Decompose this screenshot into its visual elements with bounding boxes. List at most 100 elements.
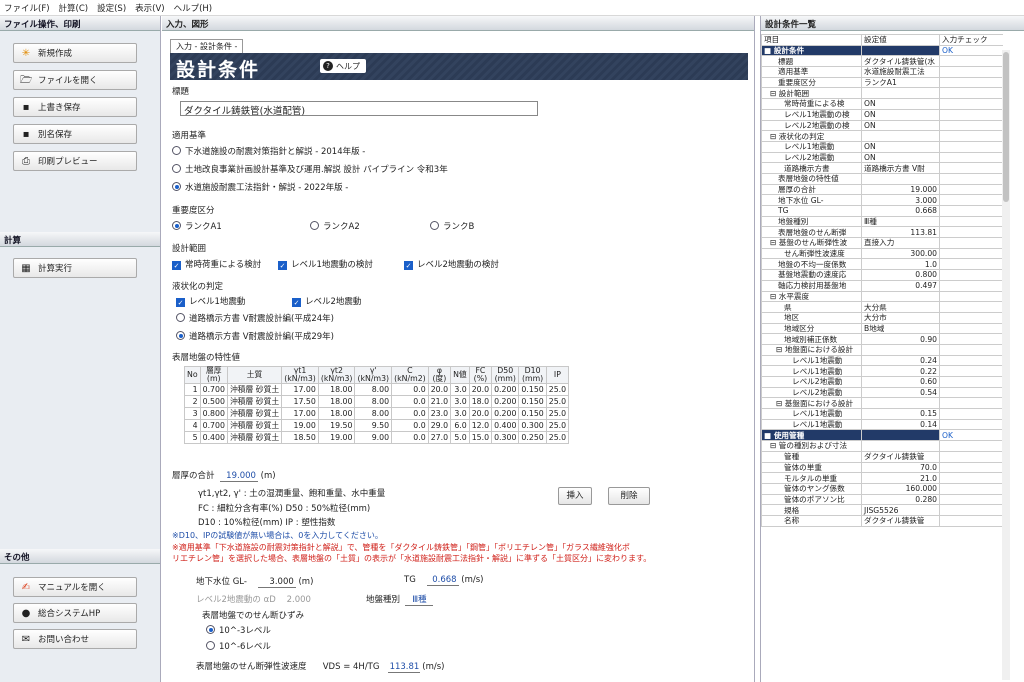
soil-cell[interactable]: 25.0 — [545, 395, 570, 408]
liq-option-h29[interactable]: 道路橋示方書 V耐震設計編(平成29年) — [176, 330, 334, 342]
condition-row[interactable]: 県大分県 — [761, 301, 1003, 313]
condition-row[interactable]: 重要度区分 ランクA1 — [761, 76, 1003, 89]
soil-cell[interactable]: 沖積層 砂質土 — [226, 395, 283, 408]
condition-row[interactable]: ■ 使用管種 OK — [761, 429, 1003, 442]
soil-cell[interactable]: 9.50 — [354, 419, 393, 432]
soil-cell[interactable]: 0.250 — [518, 431, 547, 444]
condition-row[interactable]: 層厚の合計 19.000 — [761, 183, 1003, 196]
condition-row[interactable]: 管種 ダクタイル鋳鉄管 — [761, 450, 1003, 463]
soil-cell[interactable]: 0.500 — [199, 395, 228, 408]
menu-file[interactable]: ファイル(F) — [4, 2, 50, 14]
soil-cell[interactable]: 18.50 — [281, 431, 319, 444]
soil-row[interactable]: 3 0.800 沖積層 砂質土 17.00 18.00 8.00 0.0 23.0 3.0 20.… — [184, 407, 570, 420]
soil-cell[interactable]: 9.00 — [354, 431, 393, 444]
condition-row[interactable]: 規格 JISG5526 — [761, 504, 1003, 516]
tab-design-conditions[interactable]: 入力 - 設計条件 - — [170, 39, 244, 53]
liq-option-h24[interactable]: 道路橋示方書 V耐震設計編(平成24年) — [176, 312, 334, 324]
soil-cell[interactable]: 8.00 — [354, 395, 393, 408]
condition-row[interactable]: せん断弾性波速度 300.00 — [761, 247, 1003, 260]
soil-cell[interactable]: 27.0 — [427, 431, 452, 444]
soil-cell[interactable]: 20.0 — [468, 407, 493, 420]
soil-cell[interactable]: 8.00 — [354, 383, 393, 396]
soil-cell[interactable]: 5 — [184, 431, 201, 444]
liq-check-level2[interactable]: ✓ レベル2地震動 — [292, 295, 361, 307]
condition-row[interactable]: 管体の単重 70.0 — [761, 461, 1003, 474]
save-button[interactable]: ▪ 上書き保存 — [13, 97, 137, 117]
conditions-grid[interactable]: 項目 設定値 入力チェック ■ 設計条件 OK 標題 ダクタイル鋳鉄管(水 適用基準 水道… — [761, 34, 1003, 682]
condition-row[interactable]: モルタルの単重 21.0 — [761, 472, 1003, 484]
condition-row[interactable]: ⊟ 設計範囲 — [761, 87, 1003, 100]
soil-cell[interactable]: 3 — [184, 407, 201, 420]
soil-cell[interactable]: 沖積層 砂質土 — [226, 431, 283, 444]
condition-row[interactable]: 基盤地震動の速度応 0.800 — [761, 269, 1003, 281]
soil-cell[interactable]: 0.150 — [518, 395, 547, 408]
homepage-button[interactable]: ● 総合システムHP — [13, 603, 137, 623]
open-button[interactable]: 🗁 ファイルを開く — [13, 70, 137, 90]
check-normal-load[interactable]: ✓ 常時荷重による検討 — [172, 258, 261, 270]
soil-cell[interactable]: 18.00 — [317, 395, 356, 408]
condition-row[interactable]: 地域別補正係数 0.90 — [761, 333, 1003, 345]
soil-cell[interactable]: 0.300 — [491, 431, 520, 444]
soil-cell[interactable]: 0.0 — [391, 383, 429, 396]
soil-cell[interactable]: 17.00 — [281, 383, 319, 396]
soil-cell[interactable]: 20.0 — [427, 383, 452, 396]
soil-cell[interactable]: 6.0 — [450, 419, 470, 432]
condition-row[interactable]: ⊟ 液状化の判定 — [761, 130, 1003, 142]
soil-cell[interactable]: 17.50 — [281, 395, 319, 408]
soil-cell[interactable]: 0.150 — [518, 407, 547, 420]
condition-row[interactable]: レベル1地震動 ON — [761, 140, 1003, 153]
soil-cell[interactable]: 15.0 — [468, 431, 493, 444]
soil-cell[interactable]: 0.0 — [391, 407, 429, 420]
soil-cell[interactable]: 5.0 — [450, 431, 470, 444]
soil-cell[interactable]: 18.00 — [317, 383, 356, 396]
manual-button[interactable]: ✍ マニュアルを開く — [13, 577, 137, 597]
condition-row[interactable]: ⊟ 基盤のせん断弾性波 直接入力 — [761, 237, 1003, 249]
condition-row[interactable]: 地下水位 GL- 3.000 — [761, 194, 1003, 206]
soil-cell[interactable]: 0.150 — [518, 383, 547, 396]
condition-row[interactable]: ⊟ 基盤面における設計 — [761, 397, 1003, 410]
strain-option-2[interactable]: 10^-6レベル — [206, 640, 271, 652]
menu-view[interactable]: 表示(V) — [135, 2, 164, 14]
soil-cell[interactable]: 0.0 — [391, 419, 429, 432]
condition-row[interactable]: レベル2地震動 0.54 — [761, 386, 1003, 399]
check-level1[interactable]: ✓ レベル1地震動の検討 — [278, 258, 373, 270]
help-button[interactable]: ? ヘルプ — [320, 59, 366, 73]
soil-cell[interactable]: 0.200 — [491, 407, 520, 420]
soil-cell[interactable]: 12.0 — [468, 419, 493, 432]
condition-row[interactable]: 地盤の不均一度係数 1.0 — [761, 258, 1003, 271]
soil-cell[interactable]: 4 — [184, 419, 201, 432]
soil-cell[interactable]: 19.00 — [317, 431, 356, 444]
soil-cell[interactable]: 21.0 — [427, 395, 452, 408]
menu-calc[interactable]: 計算(C) — [59, 2, 89, 14]
new-button[interactable]: ✳ 新規作成 — [13, 43, 137, 63]
soil-cell[interactable]: 0.0 — [391, 395, 429, 408]
soil-cell[interactable]: 20.0 — [468, 383, 493, 396]
condition-row[interactable]: レベル2地震動 0.60 — [761, 376, 1003, 388]
standard-option-3[interactable]: 水道施設耐震工法指針・解説 - 2022年版 - — [172, 181, 348, 193]
condition-row[interactable]: 名称 ダクタイル鋳鉄管 — [761, 514, 1003, 527]
soil-cell[interactable]: 25.0 — [545, 407, 570, 420]
soil-cell[interactable]: 0.700 — [199, 419, 228, 432]
soil-cell[interactable]: 25.0 — [545, 431, 570, 444]
soil-cell[interactable]: 25.0 — [545, 419, 570, 432]
condition-row[interactable]: レベル1地震動 0.22 — [761, 365, 1003, 377]
condition-row[interactable]: 軸応力検討用基盤地 0.497 — [761, 279, 1003, 292]
soil-cell[interactable]: 17.00 — [281, 407, 319, 420]
condition-row[interactable]: TG 0.668 — [761, 205, 1003, 217]
condition-row[interactable]: 常時荷重による検 ON — [761, 98, 1003, 110]
importance-option-a2[interactable]: ランクA2 — [310, 220, 360, 232]
check-level2[interactable]: ✓ レベル2地震動の検討 — [404, 258, 499, 270]
delete-button[interactable]: 削除 — [608, 487, 650, 505]
condition-row[interactable]: ⊟ 水平震度 — [761, 290, 1003, 303]
soil-cell[interactable]: 8.00 — [354, 407, 393, 420]
soil-cell[interactable]: 0.300 — [518, 419, 547, 432]
print-preview-button[interactable]: ⎙ 印刷プレビュー — [13, 151, 137, 171]
menu-settings[interactable]: 設定(S) — [97, 2, 126, 14]
soil-cell[interactable]: 18.0 — [468, 395, 493, 408]
condition-row[interactable]: レベル2地震動 ON — [761, 151, 1003, 164]
soil-row[interactable]: 4 0.700 沖積層 砂質土 19.00 19.50 9.50 0.0 29.0 6.0 12.… — [184, 419, 570, 432]
soil-cell[interactable]: 18.00 — [317, 407, 356, 420]
soil-cell[interactable]: 0.700 — [199, 383, 228, 396]
insert-button[interactable]: 挿入 — [558, 487, 592, 505]
title-input[interactable]: ダクタイル鋳鉄管(水道配管) — [180, 101, 538, 117]
